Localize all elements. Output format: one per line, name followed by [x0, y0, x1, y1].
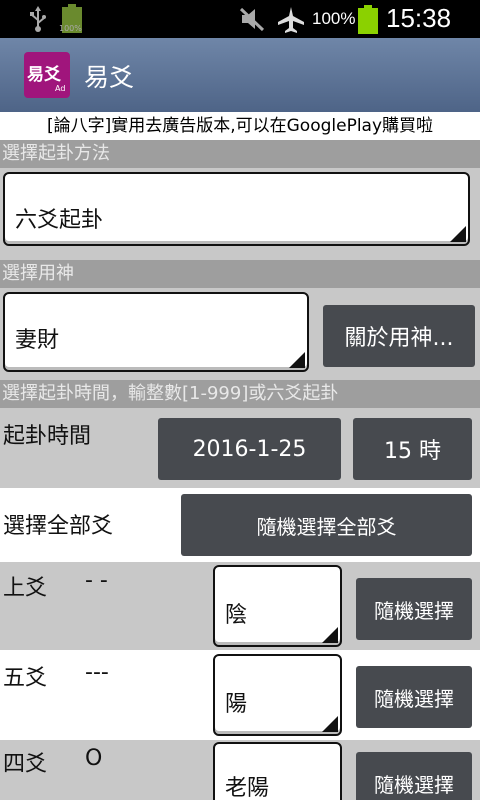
yao-name: 五爻: [3, 666, 48, 691]
method-spinner[interactable]: 六爻起卦: [3, 172, 470, 246]
yao-value: 陰: [225, 603, 248, 628]
yao-value: 老陽: [225, 776, 270, 800]
dropdown-arrow-icon: [322, 716, 338, 732]
about-yongshen-button[interactable]: 關於用神...: [323, 305, 475, 367]
small-battery-text: 100%: [59, 24, 82, 33]
time-section-label: 選擇起卦時間，輸整數[1-999]或六爻起卦: [0, 380, 480, 408]
yao-symbol: - -: [85, 568, 108, 593]
yao-name: 上爻: [3, 576, 48, 601]
yao-symbol: O: [85, 746, 103, 771]
dropdown-arrow-icon: [450, 226, 466, 242]
usb-icon: [30, 6, 46, 32]
battery-percent: 100%: [312, 9, 356, 28]
yongshen-section-label: 選擇用神: [0, 260, 480, 288]
app-icon-label: 易爻: [27, 65, 61, 85]
dropdown-arrow-icon: [289, 352, 305, 368]
hour-button[interactable]: 15 時: [353, 418, 472, 480]
yongshen-spinner-value: 妻財: [15, 328, 60, 353]
all-yao-label: 選擇全部爻: [3, 514, 114, 539]
status-bar: 100% 100% 15:38: [0, 0, 480, 38]
yao-value-spinner[interactable]: 陽: [213, 654, 342, 736]
action-bar: 易爻 Ad 易爻: [0, 38, 480, 112]
random-yao-button[interactable]: 隨機選擇: [356, 666, 472, 728]
yao-value-spinner[interactable]: 老陽: [213, 742, 342, 800]
yongshen-spinner[interactable]: 妻財: [3, 292, 309, 372]
random-all-yao-button[interactable]: 隨機選擇全部爻: [181, 494, 472, 556]
app-title: 易爻: [84, 63, 135, 92]
yao-value-spinner[interactable]: 陰: [213, 565, 342, 647]
mute-icon: [239, 7, 265, 32]
yao-value: 陽: [225, 692, 248, 717]
date-button[interactable]: 2016-1-25: [158, 418, 341, 480]
yao-name: 四爻: [3, 752, 48, 777]
random-yao-button[interactable]: 隨機選擇: [356, 752, 472, 800]
time-row-label: 起卦時間: [3, 424, 92, 449]
random-yao-button[interactable]: 隨機選擇: [356, 578, 472, 640]
yao-symbol: ---: [85, 660, 109, 685]
ad-banner[interactable]: [論八字]實用去廣告版本,可以在GooglePlay購買啦: [0, 112, 480, 140]
app-icon[interactable]: 易爻 Ad: [24, 52, 70, 98]
dropdown-arrow-icon: [322, 627, 338, 643]
method-spinner-value: 六爻起卦: [15, 208, 104, 233]
method-section-label: 選擇起卦方法: [0, 140, 480, 168]
clock: 15:38: [386, 3, 452, 33]
app-icon-badge: Ad: [55, 84, 66, 93]
battery-icon: [358, 5, 378, 34]
airplane-icon: [278, 7, 304, 33]
